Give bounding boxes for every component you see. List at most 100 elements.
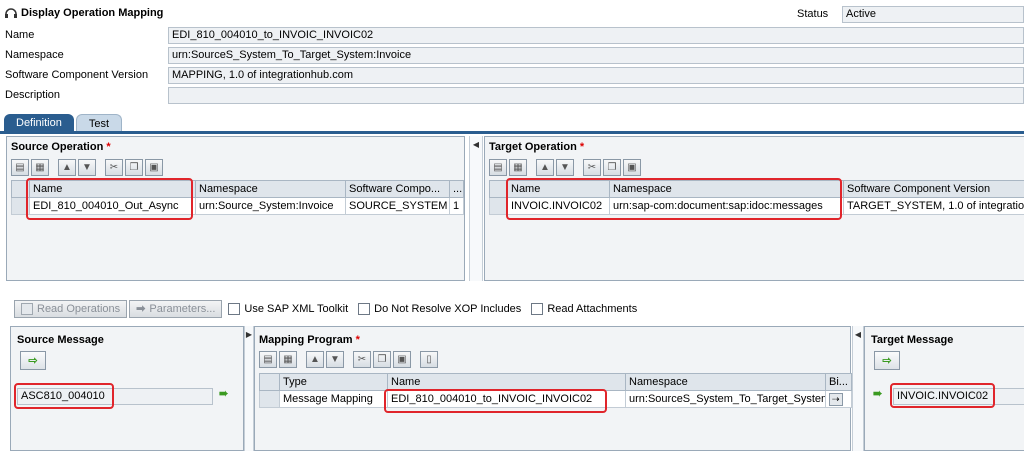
column-more[interactable]: ... [449, 180, 464, 198]
column-namespace[interactable]: Namespace [609, 180, 844, 198]
cut-icon[interactable]: ✂ [583, 159, 601, 176]
delete-row-icon[interactable]: ▦ [509, 159, 527, 176]
move-down-icon[interactable]: ▼ [556, 159, 574, 176]
source-operation-title: Source Operation * [11, 141, 111, 153]
copy-icon[interactable]: ❐ [603, 159, 621, 176]
paste-icon[interactable]: ▣ [623, 159, 641, 176]
move-up-icon[interactable]: ▲ [306, 351, 324, 368]
target-operation-toolbar: ▤ ▦ ▲ ▼ ✂ ❐ ▣ [489, 159, 641, 176]
connector-arrow-icon: ➠ [219, 388, 229, 400]
move-down-icon[interactable]: ▼ [326, 351, 344, 368]
document-icon[interactable]: ▯ [420, 351, 438, 368]
insert-arrow-icon: ⇨ [882, 355, 892, 367]
mapping-program-toolbar: ▤ ▦ ▲ ▼ ✂ ❐ ▣ ▯ [259, 351, 438, 368]
row-selector[interactable] [259, 390, 280, 408]
source-operation-toolbar: ▤ ▦ ▲ ▼ ✂ ❐ ▣ [11, 159, 163, 176]
table-header: Name Namespace Software Compo... ... [11, 180, 464, 198]
column-name[interactable]: Name [507, 180, 610, 198]
source-message-field[interactable]: ASC810_004010 [17, 388, 213, 405]
description-field[interactable] [168, 87, 1024, 104]
column-binding[interactable]: Bi... [825, 373, 852, 391]
table-header: Type Name Namespace Bi... [259, 373, 852, 391]
window-title: Display Operation Mapping [4, 6, 163, 20]
paste-icon[interactable]: ▣ [393, 351, 411, 368]
target-message-panel: Target Message ⇨ ➠ INVOIC.INVOIC02 [864, 326, 1024, 451]
status-label: Status [797, 8, 829, 20]
table-row[interactable]: EDI_810_004010_Out_Async urn:Source_Syst… [11, 197, 464, 215]
add-message-button[interactable]: ⇨ [874, 351, 900, 370]
insert-row-icon[interactable]: ▤ [11, 159, 29, 176]
source-operation-panel: Source Operation * ▤ ▦ ▲ ▼ ✂ ❐ ▣ Name Na… [6, 136, 465, 281]
status-field: Active [842, 6, 1024, 23]
mapping-program-title: Mapping Program * [259, 334, 360, 346]
cell-namespace[interactable]: urn:Source_System:Invoice [195, 197, 346, 215]
move-up-icon[interactable]: ▲ [58, 159, 76, 176]
use-xml-toolkit-checkbox[interactable]: Use SAP XML Toolkit [228, 303, 348, 315]
tab-definition[interactable]: Definition [4, 114, 74, 132]
tab-test[interactable]: Test [75, 114, 123, 132]
cell-namespace[interactable]: urn:sap-com:document:sap:idoc:messages [609, 197, 844, 215]
cell-name[interactable]: INVOIC.INVOIC02 [507, 197, 610, 215]
read-attachments-checkbox[interactable]: Read Attachments [531, 303, 637, 315]
cell-namespace[interactable]: urn:SourceS_System_To_Target_System [625, 390, 826, 408]
column-type[interactable]: Type [279, 373, 388, 391]
column-namespace[interactable]: Namespace [195, 180, 346, 198]
splitter-source-mapping[interactable]: ▶ [244, 326, 254, 451]
parameters-button[interactable]: ➡ Parameters... [129, 300, 223, 318]
cell-type[interactable]: Message Mapping [279, 390, 388, 408]
target-operation-panel: Target Operation * ▤ ▦ ▲ ▼ ✂ ❐ ▣ Name Na… [484, 136, 1024, 281]
table-row[interactable]: Message Mapping EDI_810_004010_to_INVOIC… [259, 390, 852, 408]
cell-software-component[interactable]: SOURCE_SYSTEM [345, 197, 450, 215]
column-namespace[interactable]: Namespace [625, 373, 826, 391]
page-title: Display Operation Mapping [21, 7, 164, 19]
insert-row-icon[interactable]: ▤ [489, 159, 507, 176]
connector-arrow-icon: ➠ [873, 388, 883, 400]
splitter-operations[interactable]: ◀ [469, 136, 483, 281]
mapping-program-table: Type Name Namespace Bi... Message Mappin… [259, 373, 852, 408]
cut-icon[interactable]: ✂ [105, 159, 123, 176]
column-name[interactable]: Name [387, 373, 626, 391]
cell-name[interactable]: EDI_810_004010_Out_Async [29, 197, 196, 215]
source-message-panel: Source Message ⇨ ASC810_004010 ➠ [10, 326, 244, 451]
checkbox-box[interactable] [358, 303, 371, 315]
cell-name[interactable]: EDI_810_004010_to_INVOIC_INVOIC02 [387, 390, 626, 408]
software-component-field[interactable]: MAPPING, 1.0 of integrationhub.com [168, 67, 1024, 84]
checkbox-box[interactable] [531, 303, 544, 315]
move-down-icon[interactable]: ▼ [78, 159, 96, 176]
arrow-right-icon[interactable]: ⇢ [829, 392, 843, 406]
checkbox-box[interactable] [228, 303, 241, 315]
delete-row-icon[interactable]: ▦ [279, 351, 297, 368]
paste-icon[interactable]: ▣ [145, 159, 163, 176]
move-up-icon[interactable]: ▲ [536, 159, 554, 176]
add-message-button[interactable]: ⇨ [20, 351, 46, 370]
description-label: Description [5, 89, 61, 101]
mapping-program-panel: Mapping Program * ▤ ▦ ▲ ▼ ✂ ❐ ▣ ▯ Type N… [254, 326, 852, 451]
insert-row-icon[interactable]: ▤ [259, 351, 277, 368]
target-message-field[interactable]: INVOIC.INVOIC02 [893, 388, 1024, 405]
copy-icon[interactable]: ❐ [125, 159, 143, 176]
column-software-component[interactable]: Software Component Version [843, 180, 1024, 198]
cell-binding[interactable]: ⇢ [825, 390, 852, 408]
namespace-label: Namespace [5, 49, 64, 61]
target-operation-table: Name Namespace Software Component Versio… [489, 180, 1024, 215]
column-software-component[interactable]: Software Compo... [345, 180, 450, 198]
headset-icon [5, 8, 17, 18]
row-selector[interactable] [489, 197, 508, 215]
target-operation-title: Target Operation * [489, 141, 585, 153]
cut-icon[interactable]: ✂ [353, 351, 371, 368]
splitter-mapping-target[interactable]: ◀ [852, 326, 864, 451]
tab-underline [0, 131, 1024, 134]
cell-software-component[interactable]: TARGET_SYSTEM, 1.0 of integratio [843, 197, 1024, 215]
action-bar: Read Operations ➡ Parameters... Use SAP … [14, 300, 637, 318]
row-selector[interactable] [11, 197, 30, 215]
cell-more[interactable]: 1 [449, 197, 464, 215]
column-name[interactable]: Name [29, 180, 196, 198]
table-row[interactable]: INVOIC.INVOIC02 urn:sap-com:document:sap… [489, 197, 1024, 215]
software-component-label: Software Component Version [5, 69, 149, 81]
no-resolve-xop-checkbox[interactable]: Do Not Resolve XOP Includes [358, 303, 521, 315]
name-field[interactable]: EDI_810_004010_to_INVOIC_INVOIC02 [168, 27, 1024, 44]
copy-icon[interactable]: ❐ [373, 351, 391, 368]
namespace-field[interactable]: urn:SourceS_System_To_Target_System:Invo… [168, 47, 1024, 64]
delete-row-icon[interactable]: ▦ [31, 159, 49, 176]
read-operations-button[interactable]: Read Operations [14, 300, 128, 318]
